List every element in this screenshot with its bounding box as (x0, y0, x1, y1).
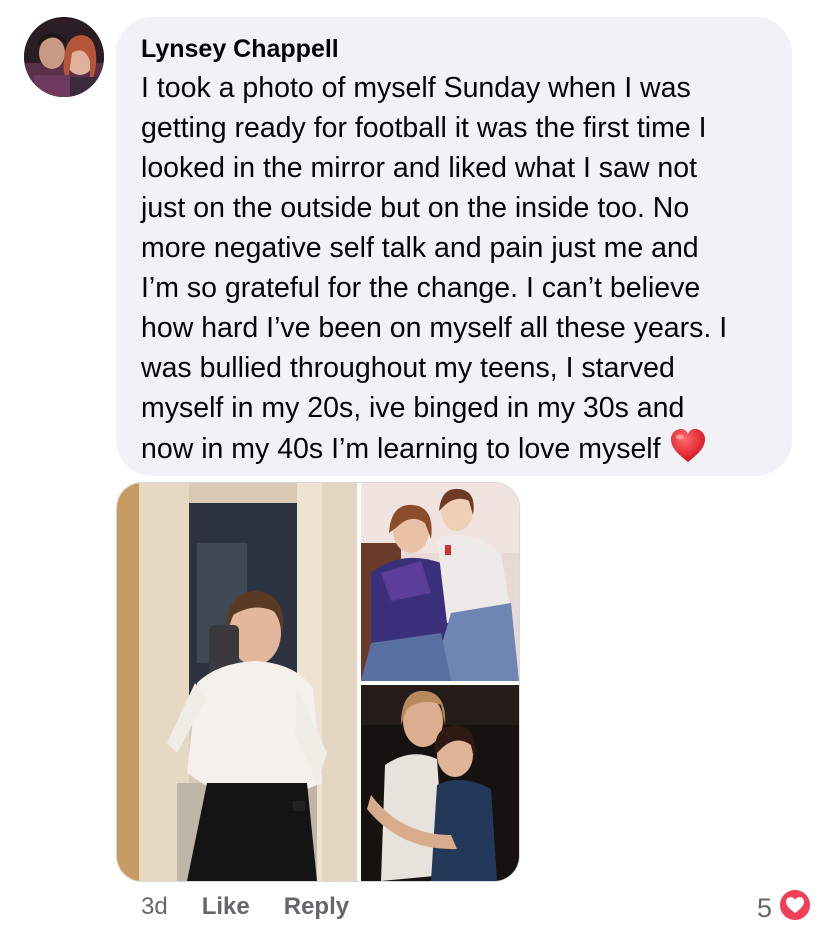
comment-author[interactable]: Lynsey Chappell (141, 34, 768, 64)
red-heart-icon (669, 428, 707, 475)
photo-mirror-selfie[interactable] (117, 483, 357, 881)
comment-actions: 3d Like Reply (141, 890, 383, 924)
avatar[interactable] (24, 17, 104, 97)
comment-body: I took a photo of myself Sunday when I w… (141, 68, 768, 475)
photo-collage[interactable] (116, 482, 520, 882)
comment-text: I took a photo of myself Sunday when I w… (141, 72, 728, 465)
comment-bubble: Lynsey Chappell I took a photo of myself… (116, 17, 792, 476)
comment-timestamp[interactable]: 3d (141, 893, 168, 921)
like-button[interactable]: Like (202, 893, 250, 921)
reply-button[interactable]: Reply (284, 893, 349, 921)
photo-teen-friends[interactable] (361, 483, 519, 681)
avatar-image (24, 17, 104, 97)
reaction-count: 5 (756, 893, 772, 923)
photo-night-out[interactable] (361, 685, 519, 881)
